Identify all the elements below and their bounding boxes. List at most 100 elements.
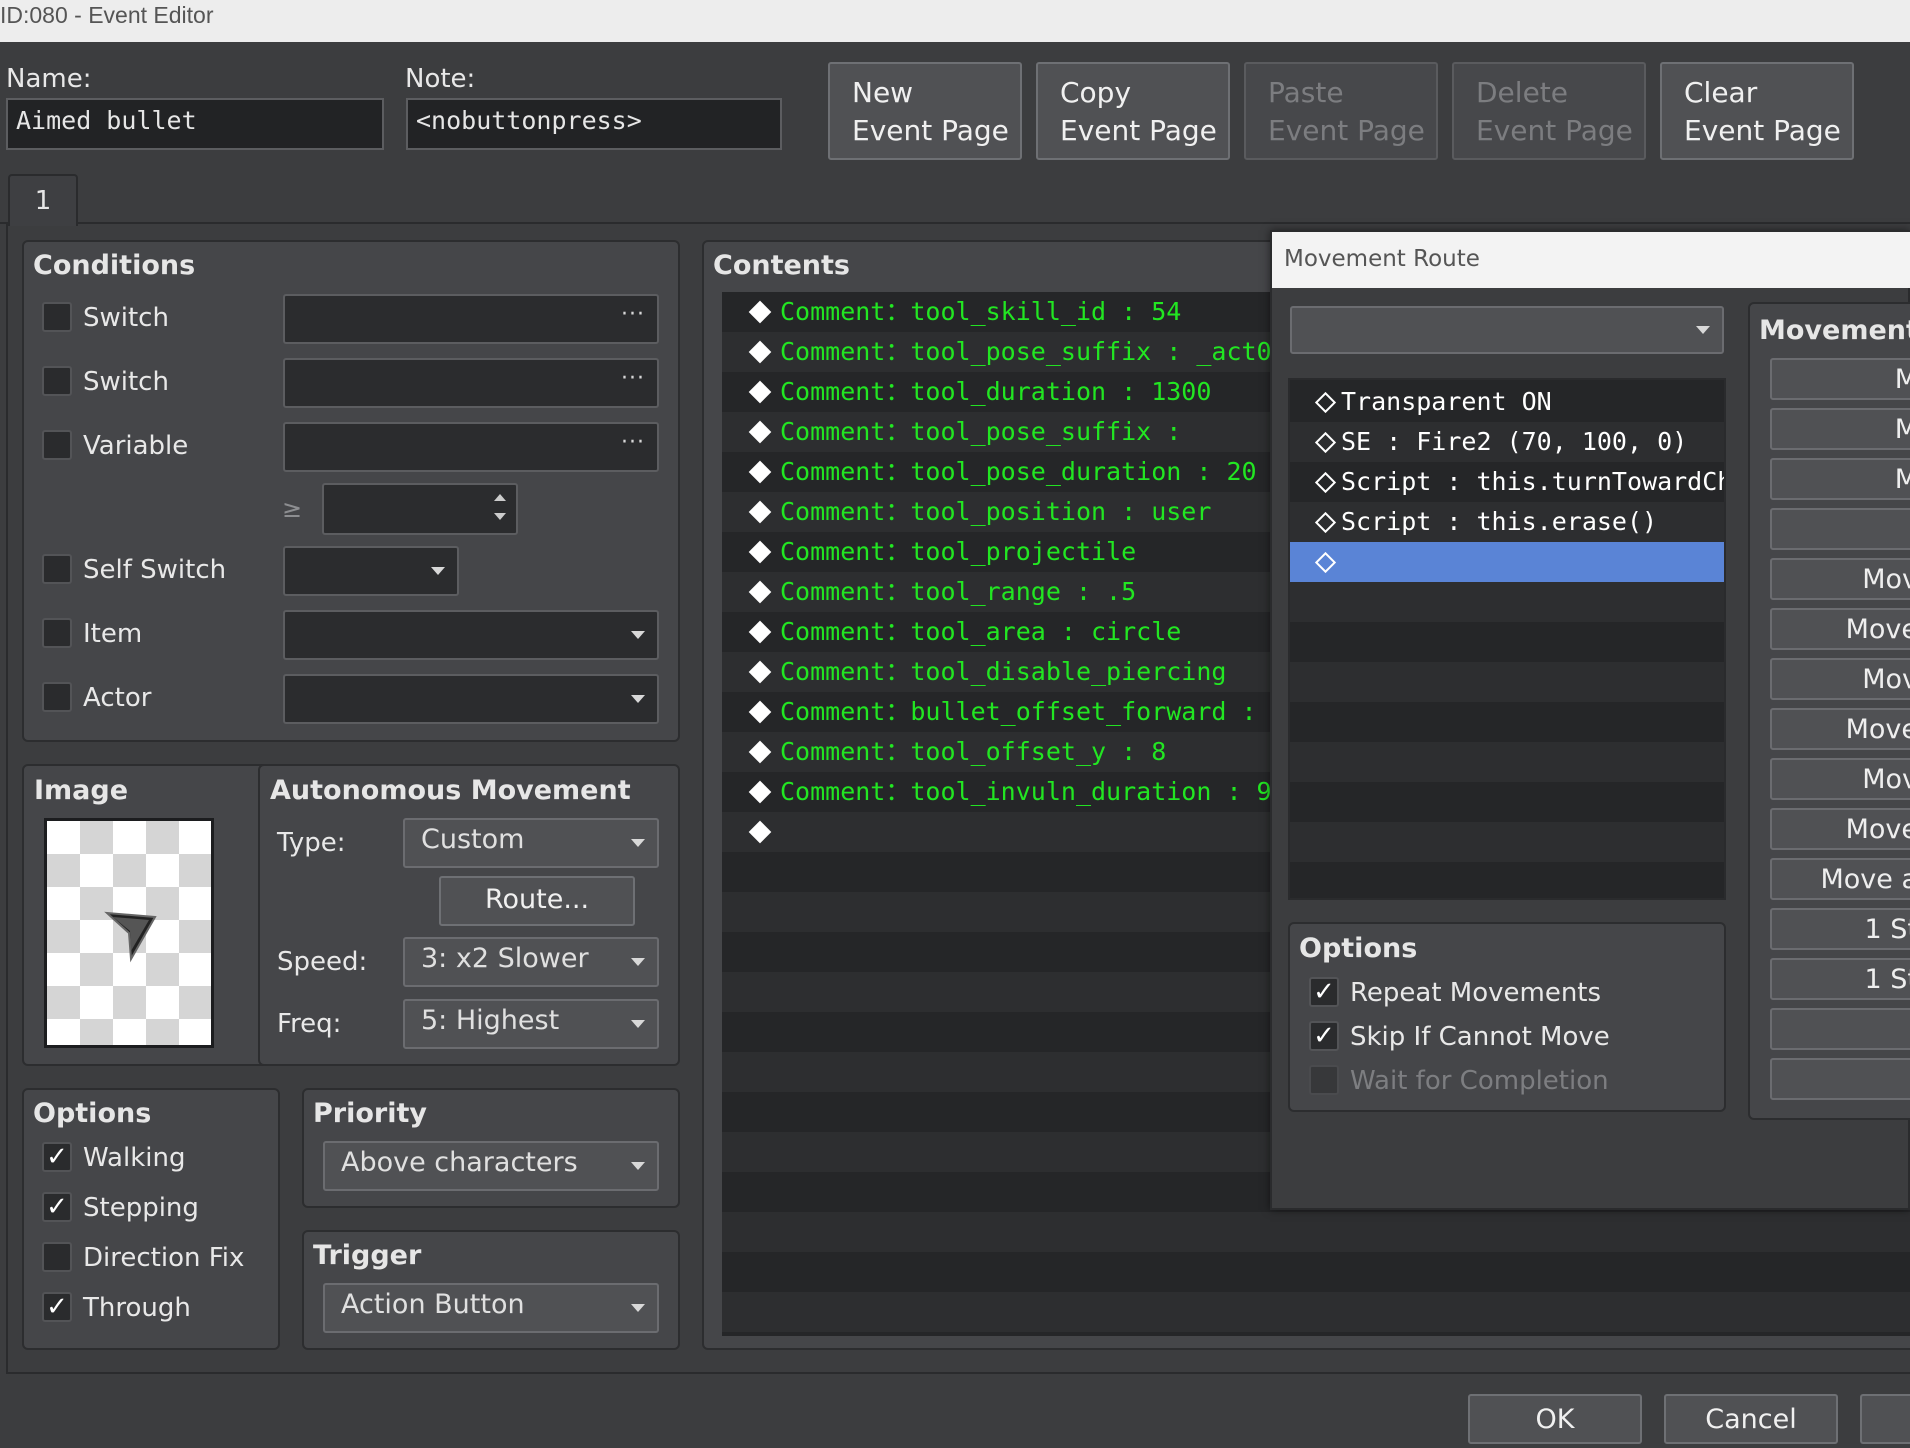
type-combo[interactable]: Custom [403, 818, 659, 868]
stepping-checkbox[interactable]: ✓ [42, 1192, 72, 1222]
freq-combo[interactable]: 5: Highest [403, 999, 659, 1049]
route-options-title: Options [1299, 933, 1418, 964]
apply-button[interactable] [1860, 1394, 1910, 1444]
priority-combo[interactable]: Above characters [323, 1141, 659, 1191]
chevron-down-icon [631, 1304, 645, 1312]
movement-command-button[interactable]: Mov [1770, 558, 1910, 600]
movement-command-button[interactable] [1770, 1008, 1910, 1050]
route-button[interactable]: Route... [439, 876, 635, 926]
spin-up-icon[interactable] [494, 494, 506, 501]
diamond-icon [748, 740, 772, 764]
movement-command-button[interactable]: Move [1770, 608, 1910, 650]
clear-event-page-button[interactable]: Clear Event Page [1660, 62, 1854, 160]
movement-command-button[interactable]: 1 St [1770, 908, 1910, 950]
direction-fix-checkbox[interactable] [42, 1242, 72, 1272]
trigger-combo[interactable]: Action Button [323, 1283, 659, 1333]
chevron-down-icon [631, 1020, 645, 1028]
movement-command-button[interactable]: M [1770, 408, 1910, 450]
freq-label: Freq: [277, 1009, 342, 1039]
list-filler [722, 1252, 1910, 1292]
list-item-selected[interactable] [1290, 542, 1724, 582]
movement-command-button[interactable] [1770, 508, 1910, 550]
movement-command-button[interactable]: M [1770, 458, 1910, 500]
image-title: Image [34, 775, 129, 806]
list-item[interactable]: Script : this.turnTowardCha··· [1290, 462, 1724, 502]
speed-combo[interactable]: 3: x2 Slower [403, 937, 659, 987]
list-item[interactable]: SE : Fire2 (70, 100, 0) [1290, 422, 1724, 462]
repeat-movements-checkbox[interactable]: ✓ [1309, 977, 1339, 1007]
delete-event-page-button[interactable]: Delete Event Page [1452, 62, 1646, 160]
name-input[interactable]: Aimed bullet [6, 98, 384, 150]
movement-command-button[interactable]: 1 St [1770, 958, 1910, 1000]
diamond-icon [748, 660, 772, 684]
self-switch-combo[interactable] [283, 546, 459, 596]
new-event-page-button[interactable]: New Event Page [828, 62, 1022, 160]
variable-value-spinner[interactable] [322, 483, 518, 535]
diamond-outline-icon [1314, 391, 1337, 413]
actor-combo[interactable] [283, 674, 659, 724]
actor-label: Actor [83, 683, 152, 713]
diamond-icon [748, 540, 772, 564]
diamond-outline-icon [1314, 471, 1337, 493]
movement-command-button[interactable]: Move [1770, 808, 1910, 850]
wait-for-completion-label: Wait for Completion [1350, 1066, 1609, 1096]
contents-title: Contents [713, 250, 851, 281]
movement-command-button[interactable]: Mov [1770, 658, 1910, 700]
stepping-label: Stepping [83, 1193, 199, 1223]
movement-command-button[interactable]: M [1770, 358, 1910, 400]
item-combo[interactable] [283, 610, 659, 660]
list-item[interactable]: Transparent ON [1290, 382, 1724, 422]
type-label: Type: [277, 828, 346, 858]
chevron-down-icon [631, 839, 645, 847]
wait-for-completion-checkbox[interactable] [1309, 1065, 1339, 1095]
spin-down-icon[interactable] [494, 513, 506, 520]
tab-page-1[interactable]: 1 [8, 174, 78, 226]
through-checkbox[interactable]: ✓ [42, 1292, 72, 1322]
diamond-icon [748, 340, 772, 364]
window-title: ID:080 - Event Editor [0, 2, 214, 28]
list-filler [1290, 782, 1724, 822]
note-label: Note: [405, 64, 476, 94]
variable-checkbox[interactable] [42, 430, 72, 460]
list-item[interactable]: Script : this.erase() [1290, 502, 1724, 542]
item-checkbox[interactable] [42, 618, 72, 648]
note-input[interactable]: <nobuttonpress> [406, 98, 782, 150]
cancel-button[interactable]: Cancel [1664, 1394, 1838, 1444]
movement-command-button[interactable]: Mov [1770, 758, 1910, 800]
skip-if-cannot-move-checkbox[interactable]: ✓ [1309, 1021, 1339, 1051]
chevron-down-icon [631, 631, 645, 639]
movement-command-button[interactable] [1770, 1058, 1910, 1100]
diamond-icon [748, 380, 772, 404]
movement-command-button[interactable]: Move [1770, 708, 1910, 750]
diamond-icon [748, 420, 772, 444]
movement-command-button[interactable]: Move a [1770, 858, 1910, 900]
options-title: Options [33, 1098, 152, 1129]
list-filler [1290, 702, 1724, 742]
variable-selector[interactable]: ··· [283, 422, 659, 472]
copy-event-page-button[interactable]: Copy Event Page [1036, 62, 1230, 160]
list-filler [1290, 822, 1724, 862]
diamond-icon [748, 460, 772, 484]
movement-route-title: Movement Route [1284, 246, 1480, 272]
ok-button[interactable]: OK [1468, 1394, 1642, 1444]
skip-if-cannot-move-label: Skip If Cannot Move [1350, 1022, 1610, 1052]
route-command-list[interactable]: Transparent ON SE : Fire2 (70, 100, 0) S… [1288, 378, 1726, 900]
switch1-checkbox[interactable] [42, 302, 72, 332]
switch2-checkbox[interactable] [42, 366, 72, 396]
switch2-selector[interactable]: ··· [283, 358, 659, 408]
name-label: Name: [6, 64, 92, 94]
chevron-down-icon [631, 1162, 645, 1170]
chevron-down-icon [631, 695, 645, 703]
paste-event-page-button[interactable]: Paste Event Page [1244, 62, 1438, 160]
conditions-title: Conditions [33, 250, 196, 281]
movement-route-titlebar: Movement Route [1272, 232, 1910, 288]
list-filler [1290, 622, 1724, 662]
actor-checkbox[interactable] [42, 682, 72, 712]
route-target-combo[interactable] [1290, 306, 1724, 354]
speed-label: Speed: [277, 947, 368, 977]
switch1-selector[interactable]: ··· [283, 294, 659, 344]
direction-fix-label: Direction Fix [83, 1243, 245, 1273]
event-image-preview[interactable] [44, 818, 214, 1048]
walking-checkbox[interactable]: ✓ [42, 1142, 72, 1172]
self-switch-checkbox[interactable] [42, 554, 72, 584]
